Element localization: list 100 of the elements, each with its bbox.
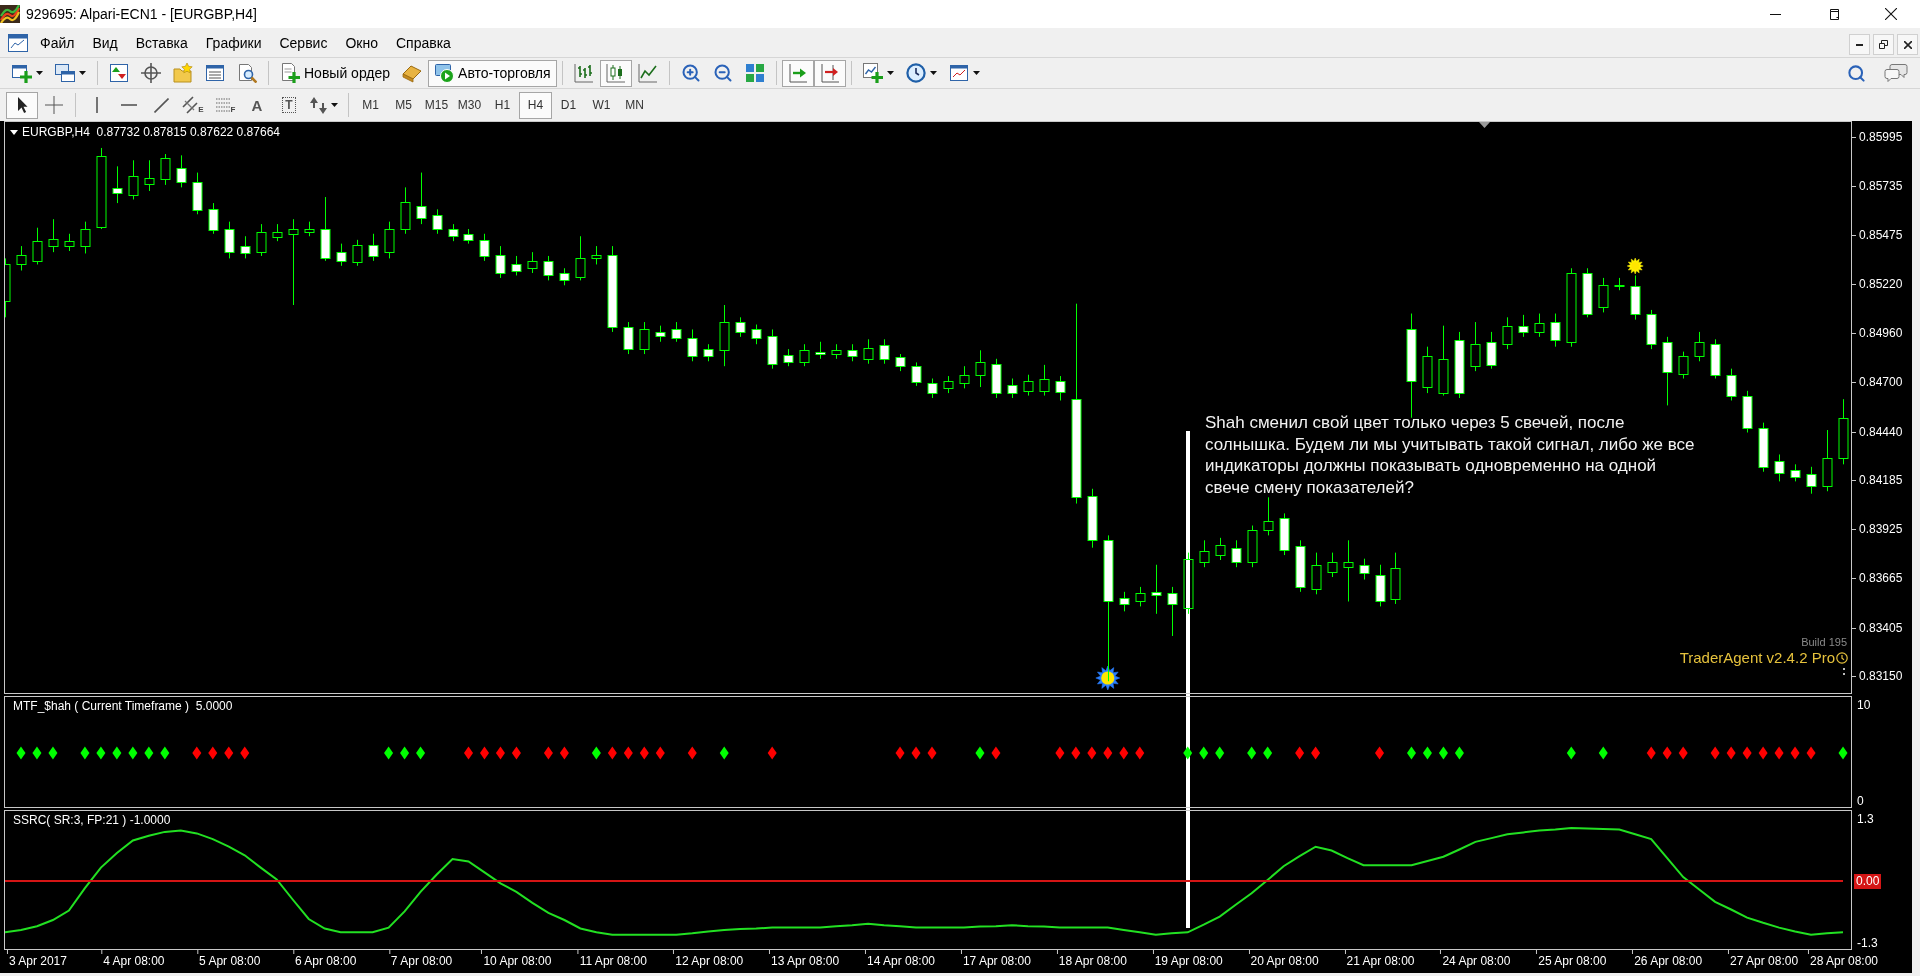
candle — [1630, 274, 1641, 321]
timeframe-button[interactable]: D1 — [552, 91, 585, 119]
candle — [959, 365, 970, 389]
candle — [416, 172, 427, 225]
candle — [815, 341, 826, 360]
candle — [1742, 390, 1753, 433]
menu-item[interactable]: Окно — [336, 30, 387, 55]
candlestick-chart-button[interactable] — [599, 59, 632, 87]
expert-name-label: TraderAgent v2.4.2 Pro — [1679, 649, 1835, 666]
price-axis-label: 0.83665 — [1859, 571, 1903, 586]
candle — [591, 245, 602, 265]
timeframe-button[interactable]: MN — [618, 91, 651, 119]
menu-item[interactable]: Сервис — [270, 30, 337, 55]
auto-trading-button[interactable]: Авто-торговля — [428, 59, 557, 87]
candle — [687, 328, 698, 362]
candle — [1422, 346, 1433, 394]
restore-icon — [1827, 8, 1839, 20]
candle — [671, 321, 682, 343]
candle — [304, 221, 315, 237]
fibonacci-tool-button[interactable]: F — [209, 91, 241, 119]
candle — [911, 361, 922, 387]
candle — [1518, 314, 1529, 338]
candle — [176, 154, 187, 188]
timeframe-button[interactable]: H1 — [486, 91, 519, 119]
time-axis-label: 11 Apr 08:00 — [579, 954, 647, 968]
candle — [1486, 331, 1497, 370]
cursor-tool-button[interactable] — [6, 91, 38, 119]
candle — [799, 343, 810, 367]
candle — [767, 328, 778, 370]
candle — [1343, 539, 1354, 602]
price-axis-label: 0.85220 — [1859, 276, 1903, 291]
candle — [1838, 398, 1849, 465]
candle — [1183, 552, 1194, 615]
candle — [5, 257, 11, 318]
price-axis-label: 0.85735 — [1859, 179, 1903, 194]
candle — [943, 375, 954, 394]
time-axis-label: 3 Apr 2017 — [8, 954, 67, 968]
chart-symbol-header: EURGBP,H4 0.87732 0.87815 0.87622 0.87664 — [22, 125, 280, 139]
chart-note-text: Shah сменил свой цвет только через 5 свечей, после солнышка. Будем ли мы учитывать такой сигнал, либо же все индикаторы должны показывать одновременно на одной свече смену показателей? — [1205, 412, 1696, 498]
candle — [1215, 537, 1226, 561]
search-icon — [1847, 63, 1866, 83]
candle — [703, 343, 714, 362]
timeframe-button[interactable]: M1 — [354, 91, 387, 119]
restore-button[interactable] — [1873, 34, 1894, 55]
candle — [208, 202, 219, 235]
candle — [256, 223, 267, 257]
timeframe-button[interactable]: M15 — [420, 91, 453, 119]
close-icon — [1903, 40, 1912, 49]
candle — [895, 353, 906, 372]
chat-bubbles-icon — [1884, 63, 1908, 83]
autoscroll-button[interactable] — [781, 59, 814, 87]
candle — [735, 316, 746, 338]
candle — [1039, 364, 1050, 397]
text-label-tool-button[interactable]: T — [273, 91, 305, 119]
candle — [144, 159, 155, 192]
chart-window-icon — [8, 33, 28, 52]
candle — [1119, 591, 1130, 612]
timeframe-button[interactable]: W1 — [585, 91, 618, 119]
channel-tool-button[interactable]: E — [177, 91, 209, 119]
candle — [1151, 564, 1162, 615]
menu-item[interactable]: Файл — [31, 30, 84, 55]
arrows-icon — [310, 96, 328, 114]
chart-window-icon — [948, 63, 969, 83]
candle — [511, 255, 522, 276]
menu-item[interactable]: Вид — [83, 30, 127, 55]
candle — [336, 243, 347, 267]
axis-label: 10 — [1857, 697, 1871, 712]
candle — [1007, 378, 1018, 399]
candle — [1502, 316, 1513, 350]
indicator-title: MTF_$hah ( Current Timeframe ) 5.0000 — [13, 699, 233, 713]
indicator-title: SSRC( SR:3, FP:21 ) -1.0000 — [13, 813, 171, 827]
menu-item[interactable]: Справка — [386, 30, 460, 55]
time-axis-label: 6 Apr 08:00 — [294, 954, 357, 968]
menu-item[interactable]: Вставка — [126, 30, 197, 55]
candle — [1614, 277, 1625, 291]
text-tool-button[interactable]: A — [241, 91, 273, 119]
close-button[interactable] — [1897, 34, 1918, 55]
time-axis-label: 5 Apr 08:00 — [199, 954, 261, 968]
minimize-button[interactable] — [1849, 34, 1870, 55]
sun-icon — [1626, 257, 1644, 275]
timeframe-button[interactable]: H4 — [519, 91, 552, 119]
candle — [1694, 331, 1705, 362]
time-axis-label: 14 Apr 08:00 — [867, 954, 936, 968]
candle — [1534, 313, 1545, 338]
chart-shift-button[interactable] — [813, 59, 846, 87]
candle — [847, 343, 858, 362]
candle — [575, 235, 586, 281]
candle — [1263, 496, 1274, 536]
candle — [1758, 422, 1769, 473]
new-order-button[interactable]: Новый ордер — [274, 59, 397, 87]
sun-icon — [1095, 665, 1121, 691]
candle — [272, 223, 283, 242]
chart-plus-icon — [862, 63, 883, 83]
timeframe-button[interactable]: M30 — [453, 91, 486, 119]
candle — [1678, 351, 1689, 379]
candle — [975, 349, 986, 388]
timeframe-button[interactable]: M5 — [387, 91, 420, 119]
menu-item[interactable]: Графики — [196, 30, 271, 55]
candle — [863, 338, 874, 365]
candle — [623, 321, 634, 355]
